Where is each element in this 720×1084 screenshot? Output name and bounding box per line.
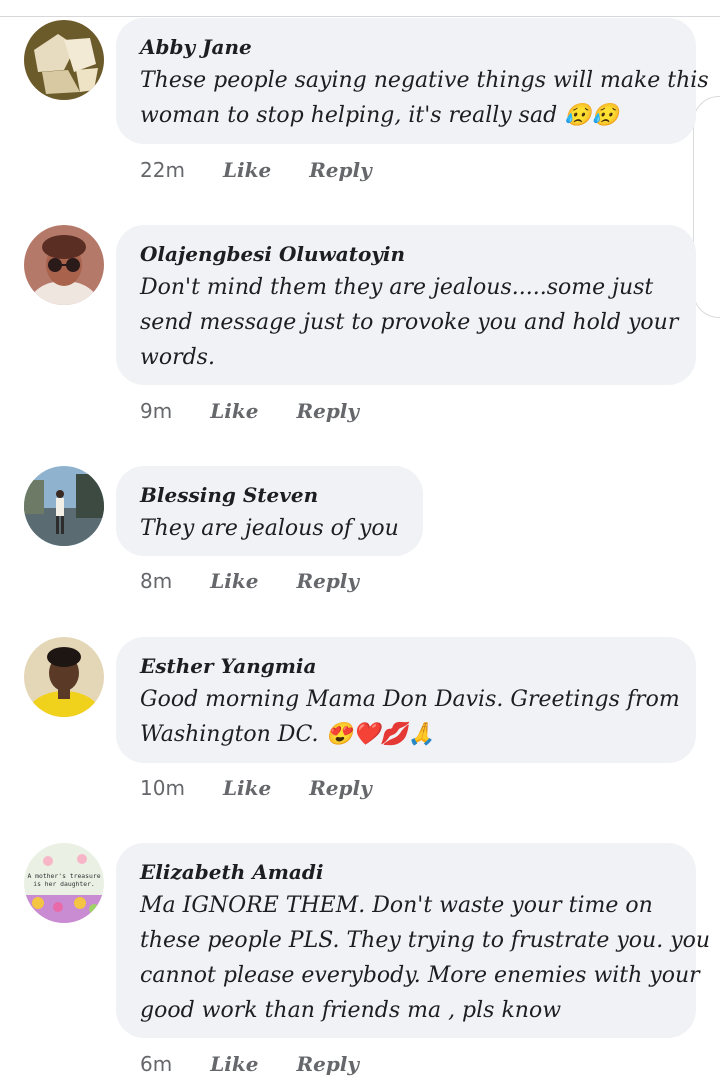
comment-author[interactable]: Olajengbesi Oluwatoyin <box>140 241 672 267</box>
avatar-caption-line-2: is her daughter. <box>33 880 95 888</box>
like-button[interactable]: Like <box>210 399 258 423</box>
comment-bubble: Olajengbesi Oluwatoyin Don't mind them t… <box>116 225 696 385</box>
avatar[interactable] <box>24 466 104 546</box>
comment-actions: 8m Like Reply <box>140 566 397 596</box>
comment-line: Ma IGNORE THEM. Don't waste your time on <box>140 893 653 918</box>
comment-text: They are jealous of you <box>140 511 399 546</box>
reply-button[interactable]: Reply <box>296 569 359 593</box>
comment-bubble: Esther Yangmia Good morning Mama Don Dav… <box>116 637 696 763</box>
comment-actions: 22m Like Reply <box>140 155 410 185</box>
comment-line: words. <box>140 345 215 370</box>
comment-timestamp: 9m <box>140 399 173 423</box>
comment-text: Good morning Mama Don Davis. Greetings f… <box>140 682 680 752</box>
comment-bubble: Elizabeth Amadi Ma IGNORE THEM. Don't wa… <box>116 843 711 1038</box>
comment-bubble: Abby Jane These people saying negative t… <box>116 18 709 144</box>
comment-line: Good morning Mama Don Davis. Greetings f… <box>140 687 680 712</box>
top-divider <box>0 16 720 17</box>
comment-line: These people saying negative things will… <box>140 68 709 93</box>
comment-author[interactable]: Abby Jane <box>140 34 672 60</box>
reply-button[interactable]: Reply <box>309 776 372 800</box>
comment-actions: 6m Like Reply <box>140 1049 397 1079</box>
comment-line: these people PLS. They trying to frustra… <box>140 928 711 953</box>
like-button[interactable]: Like <box>223 776 271 800</box>
comment-actions: 9m Like Reply <box>140 396 397 426</box>
comment-line: Don't mind them they are jealous.....som… <box>140 275 654 300</box>
comment-timestamp: 8m <box>140 569 173 593</box>
avatar[interactable] <box>24 20 104 100</box>
comment-author[interactable]: Esther Yangmia <box>140 653 672 679</box>
reply-button[interactable]: Reply <box>309 158 372 182</box>
avatar[interactable] <box>24 225 104 305</box>
avatar[interactable]: A mother's treasure is her daughter. <box>24 843 104 923</box>
like-button[interactable]: Like <box>210 1052 258 1076</box>
avatar[interactable] <box>24 637 104 717</box>
comment-author[interactable]: Blessing Steven <box>140 482 399 508</box>
comment-timestamp: 10m <box>140 776 185 800</box>
comment-actions: 10m Like Reply <box>140 773 410 803</box>
comment-line: woman to stop helping, it's really sad 😥… <box>140 103 619 128</box>
comment-line: good work than friends ma , pls know <box>140 998 562 1023</box>
reply-button[interactable]: Reply <box>296 1052 359 1076</box>
like-button[interactable]: Like <box>210 569 258 593</box>
floating-panel-edge[interactable] <box>693 96 720 318</box>
comment-line: Washington DC. 😍❤️💋🙏 <box>140 722 436 747</box>
comment-timestamp: 6m <box>140 1052 173 1076</box>
comment-text: These people saying negative things will… <box>140 63 709 133</box>
like-button[interactable]: Like <box>223 158 271 182</box>
comment-text: Don't mind them they are jealous.....som… <box>140 270 679 375</box>
comment-author[interactable]: Elizabeth Amadi <box>140 859 672 885</box>
avatar-caption-line-1: A mother's treasure <box>27 872 100 880</box>
reply-button[interactable]: Reply <box>296 399 359 423</box>
comment-line: They are jealous of you <box>140 516 399 541</box>
comment-text: Ma IGNORE THEM. Don't waste your time on… <box>140 888 711 1028</box>
comment-timestamp: 22m <box>140 158 185 182</box>
comment-line: cannot please everybody. More enemies wi… <box>140 963 700 988</box>
comment-bubble: Blessing Steven They are jealous of you <box>116 466 423 556</box>
comment-line: send message just to provoke you and hol… <box>140 310 679 335</box>
